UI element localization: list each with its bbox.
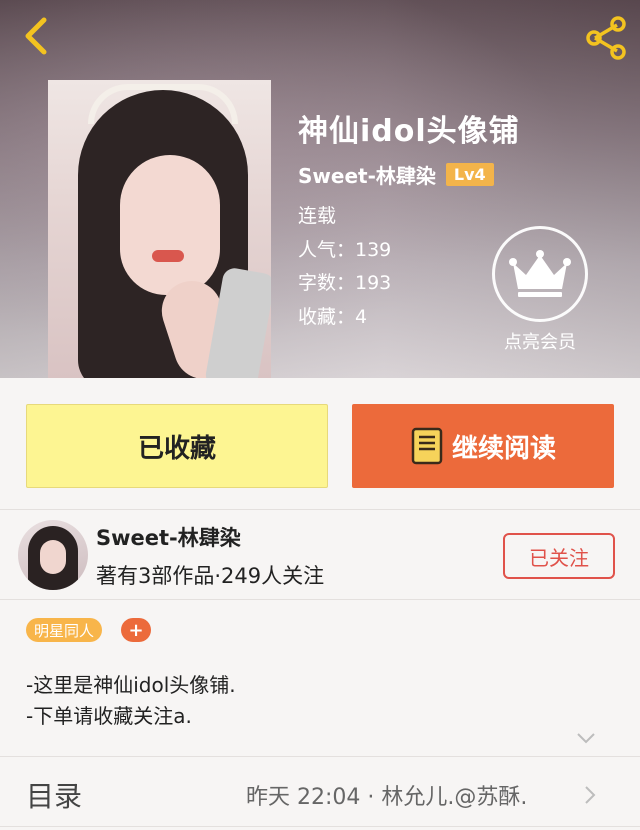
toc-open-button[interactable]	[583, 784, 597, 806]
chevron-right-icon	[585, 786, 596, 804]
share-button[interactable]	[582, 14, 630, 62]
divider	[0, 756, 640, 757]
book-icon	[411, 427, 443, 465]
divider	[0, 509, 640, 510]
description-line: -下单请收藏关注a.	[26, 704, 192, 728]
back-button[interactable]	[18, 14, 58, 58]
vip-circle	[492, 226, 588, 322]
chevron-left-icon	[25, 17, 47, 55]
book-author[interactable]: Sweet-林肆染	[298, 160, 436, 189]
book-header: 神仙idol头像铺 Sweet-林肆染 Lv4 连载 人气：139 字数：193…	[0, 0, 640, 378]
crown-icon	[509, 250, 571, 297]
share-icon	[586, 16, 626, 60]
book-title: 神仙idol头像铺	[298, 114, 520, 149]
follow-label: 已关注	[529, 545, 589, 570]
collected-button[interactable]: 已收藏	[26, 404, 328, 488]
book-word-count: 字数：193	[298, 272, 392, 294]
avatar[interactable]	[18, 520, 88, 590]
vip-label: 点亮会员	[504, 332, 576, 353]
author-name[interactable]: Sweet-林肆染	[96, 522, 241, 552]
toc-latest-chapter[interactable]: 昨天 22:04 · 林允儿.@苏酥.	[246, 779, 527, 811]
continue-reading-button[interactable]: 继续阅读	[352, 404, 614, 488]
divider	[0, 826, 640, 827]
book-author-row[interactable]: Sweet-林肆染 Lv4	[298, 160, 494, 189]
book-status: 连载	[298, 205, 337, 227]
book-favorites: 收藏：4	[298, 305, 368, 328]
collected-label: 已收藏	[137, 433, 216, 464]
continue-reading-label: 继续阅读	[451, 433, 556, 464]
toc-label[interactable]: 目录	[26, 775, 82, 815]
tag-item[interactable]: 明星同人	[26, 618, 103, 642]
divider	[0, 599, 640, 600]
author-summary: 著有3部作品·249人关注	[96, 564, 325, 588]
book-popularity: 人气：139	[298, 238, 392, 261]
vip-button[interactable]: 点亮会员	[490, 226, 590, 354]
chevron-down-icon	[577, 733, 595, 744]
book-description: -这里是神仙idol头像铺. -下单请收藏关注a.	[26, 670, 236, 732]
level-badge: Lv4	[445, 163, 494, 186]
book-cover[interactable]	[48, 80, 271, 378]
description-line: -这里是神仙idol头像铺.	[26, 673, 236, 697]
add-tag-button[interactable]: +	[121, 618, 151, 642]
expand-description-button[interactable]	[576, 730, 596, 746]
follow-button[interactable]: 已关注	[503, 533, 615, 579]
book-meta: 连载 人气：139 字数：193 收藏：4	[298, 200, 391, 334]
